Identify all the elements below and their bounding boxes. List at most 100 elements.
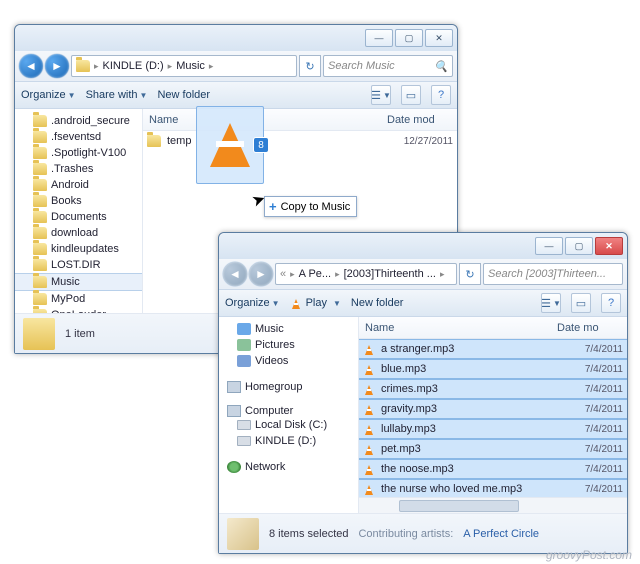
computer-icon — [227, 405, 241, 417]
close-button[interactable]: ✕ — [425, 29, 453, 47]
forward-button[interactable]: ► — [249, 262, 273, 286]
file-row[interactable]: blue.mp37/4/2011 — [359, 359, 627, 379]
status-artist: A Perfect Circle — [463, 528, 539, 540]
sidebar-item[interactable]: .Trashes — [15, 161, 142, 177]
file-row[interactable]: the noose.mp37/4/2011 — [359, 459, 627, 479]
organize-menu[interactable]: Organize▼ — [21, 89, 76, 101]
back-button[interactable]: ◄ — [223, 262, 247, 286]
folder-icon — [33, 259, 47, 271]
file-row[interactable]: crimes.mp37/4/2011 — [359, 379, 627, 399]
watermark: groovyPost.com — [546, 548, 632, 562]
search-input[interactable]: Search [2003]Thirteen... — [483, 263, 623, 285]
newfolder-button[interactable]: New folder — [157, 89, 210, 101]
body: Music Pictures Videos Homegroup Computer… — [219, 317, 627, 513]
drag-tooltip-text: Copy to Music — [281, 201, 351, 213]
file-row[interactable]: the nurse who loved me.mp37/4/2011 — [359, 479, 627, 497]
file-row[interactable]: lullaby.mp37/4/2011 — [359, 419, 627, 439]
minimize-button[interactable]: — — [365, 29, 393, 47]
file-row[interactable]: temp12/27/2011 — [143, 131, 457, 151]
refresh-button[interactable]: ↻ — [459, 263, 481, 285]
album-art-icon — [227, 518, 259, 550]
breadcrumb-part[interactable]: A Pe... — [299, 268, 331, 280]
folder-tree[interactable]: .android_secure.fseventsd.Spotlight-V100… — [15, 109, 143, 313]
sidebar-item[interactable]: download — [15, 225, 142, 241]
breadcrumb-overflow[interactable]: « — [280, 268, 286, 280]
sidebar-computer[interactable]: Computer — [219, 405, 358, 417]
sidebar-homegroup[interactable]: Homegroup — [219, 381, 358, 393]
forward-button[interactable]: ► — [45, 54, 69, 78]
file-row[interactable]: gravity.mp37/4/2011 — [359, 399, 627, 419]
network-icon — [227, 461, 241, 473]
preview-pane-button[interactable]: ▭ — [571, 293, 591, 313]
search-input[interactable]: Search Music 🔍 — [323, 55, 453, 77]
sidebar-item[interactable]: Documents — [15, 209, 142, 225]
column-name[interactable]: Name — [143, 114, 387, 126]
maximize-button[interactable]: ▢ — [565, 237, 593, 255]
sidebar-library-pictures[interactable]: Pictures — [219, 337, 358, 353]
sidebar-library-music[interactable]: Music — [219, 321, 358, 337]
titlebar: — ▢ ✕ — [15, 25, 457, 51]
maximize-button[interactable]: ▢ — [395, 29, 423, 47]
minimize-button[interactable]: — — [535, 237, 563, 255]
close-button[interactable]: ✕ — [595, 237, 623, 255]
breadcrumb-part[interactable]: [2003]Thirteenth ... — [344, 268, 436, 280]
content-pane: Name Date mo a stranger.mp37/4/2011blue.… — [359, 317, 627, 513]
sidebar-item[interactable]: Android — [15, 177, 142, 193]
sidebar-library-videos[interactable]: Videos — [219, 353, 358, 369]
file-list[interactable]: a stranger.mp37/4/2011blue.mp37/4/2011cr… — [359, 339, 627, 497]
address-bar[interactable]: ▸ KINDLE (D:) ▸ Music ▸ — [71, 55, 297, 77]
file-row[interactable]: a stranger.mp37/4/2011 — [359, 339, 627, 359]
column-date[interactable]: Date mod — [387, 114, 457, 126]
organize-menu[interactable]: Organize▼ — [225, 297, 280, 309]
view-button[interactable]: ☰▼ — [371, 85, 391, 105]
scrollbar-thumb[interactable] — [399, 500, 519, 512]
breadcrumb-part[interactable]: Music — [176, 60, 205, 72]
sidebar-item[interactable]: LOST.DIR — [15, 257, 142, 273]
vlc-icon — [363, 383, 375, 395]
vlc-icon — [290, 297, 302, 309]
drive-icon — [237, 436, 251, 446]
sidebar-drive-kindle[interactable]: KINDLE (D:) — [219, 433, 358, 449]
play-menu[interactable]: Play▼ — [290, 297, 341, 309]
chevron-down-icon: ▼ — [140, 91, 148, 100]
folder-icon — [33, 163, 47, 175]
horizontal-scrollbar[interactable] — [359, 497, 627, 513]
address-bar[interactable]: « ▸ A Pe... ▸ [2003]Thirteenth ... ▸ — [275, 263, 457, 285]
status-label: Contributing artists: — [358, 528, 453, 540]
view-button[interactable]: ☰▼ — [541, 293, 561, 313]
search-placeholder: Search [2003]Thirteen... — [488, 268, 606, 280]
sidebar-item[interactable]: Books — [15, 193, 142, 209]
nav-pane[interactable]: Music Pictures Videos Homegroup Computer… — [219, 317, 359, 513]
status-bar: 8 items selected Contributing artists: A… — [219, 513, 627, 553]
toolbar: Organize▼ Play▼ New folder ☰▼ ▭ ? — [219, 289, 627, 317]
preview-pane-button[interactable]: ▭ — [401, 85, 421, 105]
file-row[interactable]: pet.mp37/4/2011 — [359, 439, 627, 459]
sidebar-item[interactable]: .fseventsd — [15, 129, 142, 145]
pictures-icon — [237, 339, 251, 351]
sidebar-item[interactable]: MyPod — [15, 291, 142, 307]
help-button[interactable]: ? — [431, 85, 451, 105]
drive-icon — [237, 420, 251, 430]
sidebar-item[interactable]: Music — [15, 273, 142, 291]
newfolder-button[interactable]: New folder — [351, 297, 404, 309]
explorer-window-album: — ▢ ✕ ◄ ► « ▸ A Pe... ▸ [2003]Thirteenth… — [218, 232, 628, 554]
sidebar-network[interactable]: Network — [219, 461, 358, 473]
folder-icon — [33, 309, 47, 313]
column-date[interactable]: Date mo — [557, 322, 627, 334]
breadcrumb-part[interactable]: KINDLE (D:) — [103, 60, 164, 72]
column-header: Name Date mod — [143, 109, 457, 131]
folder-icon — [33, 211, 47, 223]
breadcrumb-sep: ▸ — [168, 61, 173, 72]
back-button[interactable]: ◄ — [19, 54, 43, 78]
drag-count-badge: 8 — [253, 137, 269, 153]
help-button[interactable]: ? — [601, 293, 621, 313]
share-menu[interactable]: Share with▼ — [86, 89, 148, 101]
sidebar-item[interactable]: kindleupdates — [15, 241, 142, 257]
column-name[interactable]: Name — [359, 322, 557, 334]
vlc-icon — [363, 443, 375, 455]
sidebar-drive-c[interactable]: Local Disk (C:) — [219, 417, 358, 433]
vlc-cone-icon — [210, 123, 250, 167]
sidebar-item[interactable]: .Spotlight-V100 — [15, 145, 142, 161]
refresh-button[interactable]: ↻ — [299, 55, 321, 77]
sidebar-item[interactable]: .android_secure — [15, 113, 142, 129]
